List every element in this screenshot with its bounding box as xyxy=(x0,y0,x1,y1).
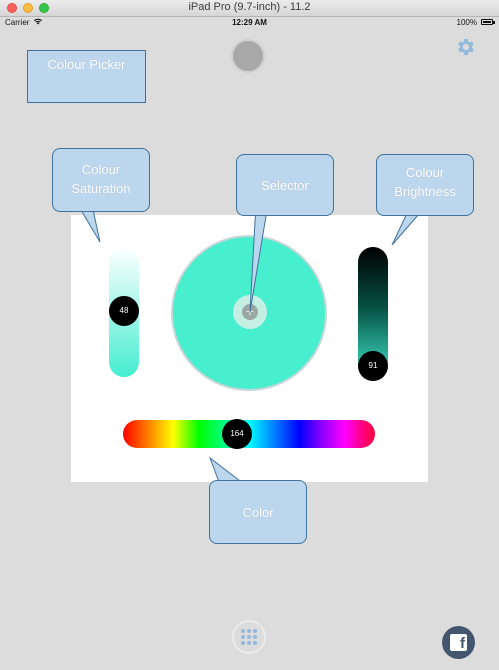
selector-callout: Selector xyxy=(236,154,334,216)
facebook-icon[interactable]: f xyxy=(442,626,475,659)
brightness-callout: Colour Brightness xyxy=(376,154,474,216)
color-callout: Color xyxy=(209,480,307,544)
callout-tails xyxy=(77,203,427,491)
facebook-glyph: f xyxy=(450,634,467,651)
saturation-callout: Colour Saturation xyxy=(52,148,150,212)
grid-menu-icon[interactable] xyxy=(232,620,266,654)
